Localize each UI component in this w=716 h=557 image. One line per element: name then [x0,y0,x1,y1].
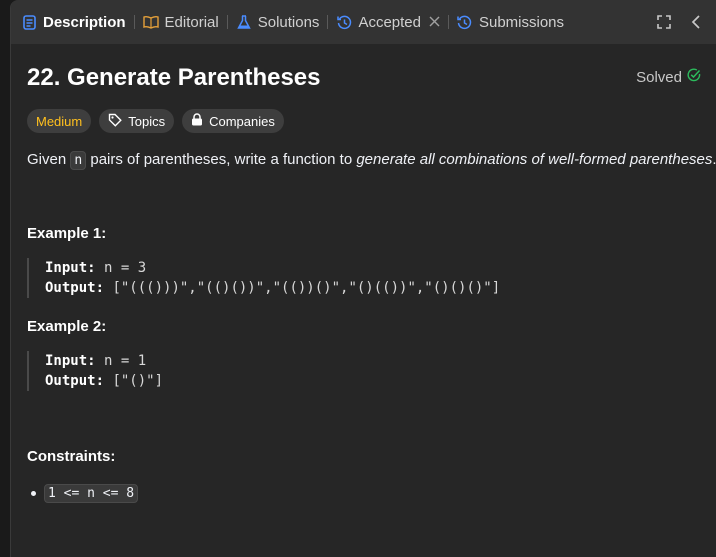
tab-divider [226,15,228,29]
tabbar-controls [655,0,705,44]
history-icon [336,14,352,30]
lock-icon [191,113,203,129]
input-label: Input: [45,353,96,369]
output-label: Output: [45,280,105,296]
flask-icon [236,14,252,30]
constraint-item: 1 <= n <= 8 [27,484,139,503]
tab-description[interactable]: Description [21,0,126,44]
example-input-line: Input: n = 3 [45,258,500,278]
constraints-heading: Constraints: [27,448,116,465]
tab-bar: Description Editorial Solutions Accepted [11,0,716,44]
example-input-line: Input: n = 1 [45,351,163,371]
example-heading: Example 2: [27,318,107,335]
input-value: n = 3 [95,260,147,276]
problem-content: 22. Generate Parentheses Solved Medium T… [27,60,716,503]
solved-status: Solved [636,68,701,86]
book-icon [142,14,159,30]
output-value: ["((()))","(()())","(())()","()(())","()… [104,280,501,296]
problem-tags: Medium Topics Companies [27,109,284,133]
companies-label: Companies [209,113,275,129]
tag-icon [108,113,123,130]
check-circle-icon [687,68,701,86]
fullscreen-icon[interactable] [655,13,673,31]
tab-divider [447,15,449,29]
example-output-line: Output: ["((()))","(()())","(())()","()(… [45,278,500,298]
description-panel: Description Editorial Solutions Accepted [10,0,716,557]
tab-divider [327,15,329,29]
title-row: 22. Generate Parentheses Solved [27,60,701,96]
output-value: ["()"] [104,373,164,389]
problem-description: Given n pairs of parentheses, write a fu… [27,150,716,171]
problem-title: 22. Generate Parentheses [27,64,321,91]
output-label: Output: [45,373,105,389]
example-block: Input: n = 3 Output: ["((()))","(()())",… [27,258,500,298]
tab-label: Solutions [257,13,320,31]
history-icon [457,14,473,30]
tab-accepted[interactable]: Accepted [336,0,440,44]
tab-label: Submissions [478,13,565,31]
tab-label: Editorial [164,13,219,31]
topics-label: Topics [128,113,166,129]
input-label: Input: [45,260,96,276]
bullet [31,491,36,496]
desc-text: Given [27,151,71,168]
example-heading: Example 1: [27,225,107,242]
tab-editorial[interactable]: Editorial [142,0,219,44]
example-output-line: Output: ["()"] [45,371,163,391]
tab-submissions[interactable]: Submissions [457,0,564,44]
topics-button[interactable]: Topics [99,109,175,133]
difficulty-badge[interactable]: Medium [27,109,92,133]
constraint-code: 1 <= n <= 8 [44,484,139,503]
desc-text: pairs of parentheses, write a function t… [86,151,357,168]
example-block: Input: n = 1 Output: ["()"] [27,351,163,391]
document-icon [21,14,37,30]
tab-divider [133,15,135,29]
chevron-left-icon[interactable] [687,13,705,31]
inline-code: n [70,151,87,170]
companies-button[interactable]: Companies [182,109,284,133]
input-value: n = 1 [95,353,147,369]
close-icon[interactable] [429,14,440,30]
desc-emphasis: generate all combinations of well-formed… [356,151,713,168]
tab-label: Accepted [358,13,421,31]
tab-label: Description [43,13,126,31]
tab-solutions[interactable]: Solutions [236,0,320,44]
solved-label: Solved [636,68,682,86]
desc-text: . [712,151,716,168]
